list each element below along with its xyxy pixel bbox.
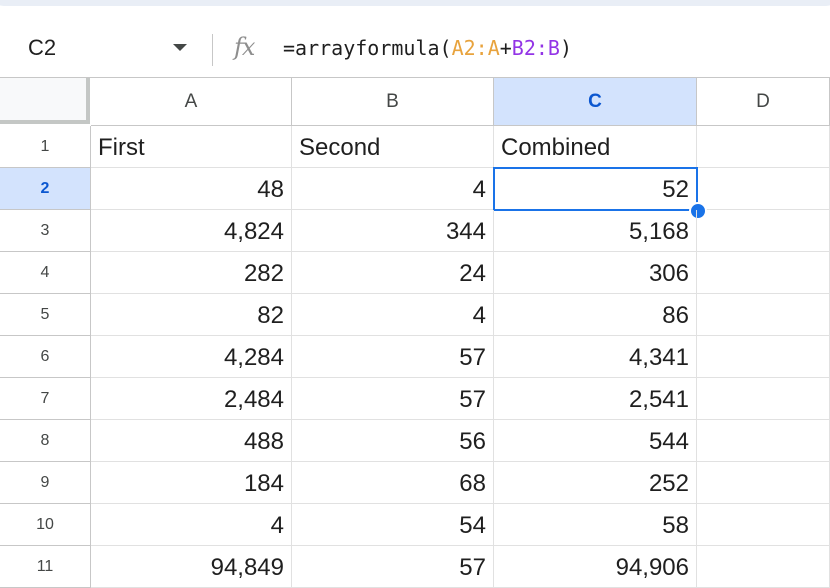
- cell-c7[interactable]: 2,541: [494, 378, 697, 420]
- formula-plus: +: [499, 36, 512, 60]
- formula-suffix: ): [559, 36, 573, 60]
- fx-icon: fx: [234, 33, 255, 61]
- row-header-2[interactable]: 2: [0, 168, 91, 210]
- cell-b6[interactable]: 57: [292, 336, 494, 378]
- cell-a5[interactable]: 82: [91, 294, 292, 336]
- cell-a10[interactable]: 4: [91, 504, 292, 546]
- cell-d10[interactable]: [697, 504, 830, 546]
- row-header-5[interactable]: 5: [0, 294, 91, 336]
- cell-a2[interactable]: 48: [91, 168, 292, 210]
- cell-b4[interactable]: 24: [292, 252, 494, 294]
- cell-d7[interactable]: [697, 378, 830, 420]
- chevron-down-icon[interactable]: [173, 44, 187, 51]
- formula-prefix: =arrayformula(: [283, 36, 452, 60]
- cell-c11[interactable]: 94,906: [494, 546, 697, 588]
- row-header-7[interactable]: 7: [0, 378, 91, 420]
- cell-d4[interactable]: [697, 252, 830, 294]
- row-header-6[interactable]: 6: [0, 336, 91, 378]
- cell-d9[interactable]: [697, 462, 830, 504]
- row-header-8[interactable]: 8: [0, 420, 91, 462]
- row-header-4[interactable]: 4: [0, 252, 91, 294]
- column-header-c[interactable]: C: [494, 78, 697, 126]
- row-header-11[interactable]: 11: [0, 546, 91, 588]
- formula-ref-b: B2:B: [511, 36, 560, 60]
- row-header-9[interactable]: 9: [0, 462, 91, 504]
- cell-a11[interactable]: 94,849: [91, 546, 292, 588]
- cell-a6[interactable]: 4,284: [91, 336, 292, 378]
- cell-c3[interactable]: 5,168: [494, 210, 697, 252]
- cell-d6[interactable]: [697, 336, 830, 378]
- cell-d8[interactable]: [697, 420, 830, 462]
- cell-a1[interactable]: First: [91, 126, 292, 168]
- divider: [212, 34, 213, 66]
- spreadsheet-grid: ABCD 1 First Second Combined 2 48 4 52 3 4,824 344…: [0, 78, 830, 588]
- cell-d5[interactable]: [697, 294, 830, 336]
- cell-b7[interactable]: 57: [292, 378, 494, 420]
- cell-c9[interactable]: 252: [494, 462, 697, 504]
- cell-c1[interactable]: Combined: [494, 126, 697, 168]
- cell-b9[interactable]: 68: [292, 462, 494, 504]
- cell-b1[interactable]: Second: [292, 126, 494, 168]
- cell-a9[interactable]: 184: [91, 462, 292, 504]
- cell-d2[interactable]: [697, 168, 830, 210]
- cell-b11[interactable]: 57: [292, 546, 494, 588]
- cell-a3[interactable]: 4,824: [91, 210, 292, 252]
- cell-a8[interactable]: 488: [91, 420, 292, 462]
- cell-d11[interactable]: [697, 546, 830, 588]
- cell-b3[interactable]: 344: [292, 210, 494, 252]
- cell-c10[interactable]: 58: [494, 504, 697, 546]
- select-all-corner[interactable]: [0, 78, 90, 124]
- name-box[interactable]: C2: [28, 35, 56, 61]
- formula-bar: C2 fx =arrayformula(A2:A+B2:B): [0, 22, 830, 78]
- cell-b10[interactable]: 54: [292, 504, 494, 546]
- formula-input[interactable]: =arrayformula(A2:A+B2:B): [283, 36, 572, 60]
- column-header-d[interactable]: D: [697, 78, 830, 126]
- cell-a4[interactable]: 282: [91, 252, 292, 294]
- column-header-a[interactable]: A: [91, 78, 292, 126]
- cell-c4[interactable]: 306: [494, 252, 697, 294]
- cell-b2[interactable]: 4: [292, 168, 494, 210]
- cell-d1[interactable]: [697, 126, 830, 168]
- row-header-1[interactable]: 1: [0, 126, 91, 168]
- cell-a7[interactable]: 2,484: [91, 378, 292, 420]
- cell-c5[interactable]: 86: [494, 294, 697, 336]
- cell-b5[interactable]: 4: [292, 294, 494, 336]
- cell-b8[interactable]: 56: [292, 420, 494, 462]
- cell-c6[interactable]: 4,341: [494, 336, 697, 378]
- cell-c8[interactable]: 544: [494, 420, 697, 462]
- row-header-10[interactable]: 10: [0, 504, 91, 546]
- cell-c2[interactable]: 52: [494, 168, 697, 210]
- cell-d3[interactable]: [697, 210, 830, 252]
- formula-ref-a: A2:A: [451, 36, 500, 60]
- row-header-3[interactable]: 3: [0, 210, 91, 252]
- toolbar-background: [0, 0, 830, 6]
- toolbar-edge: [0, 0, 830, 22]
- column-header-b[interactable]: B: [292, 78, 494, 126]
